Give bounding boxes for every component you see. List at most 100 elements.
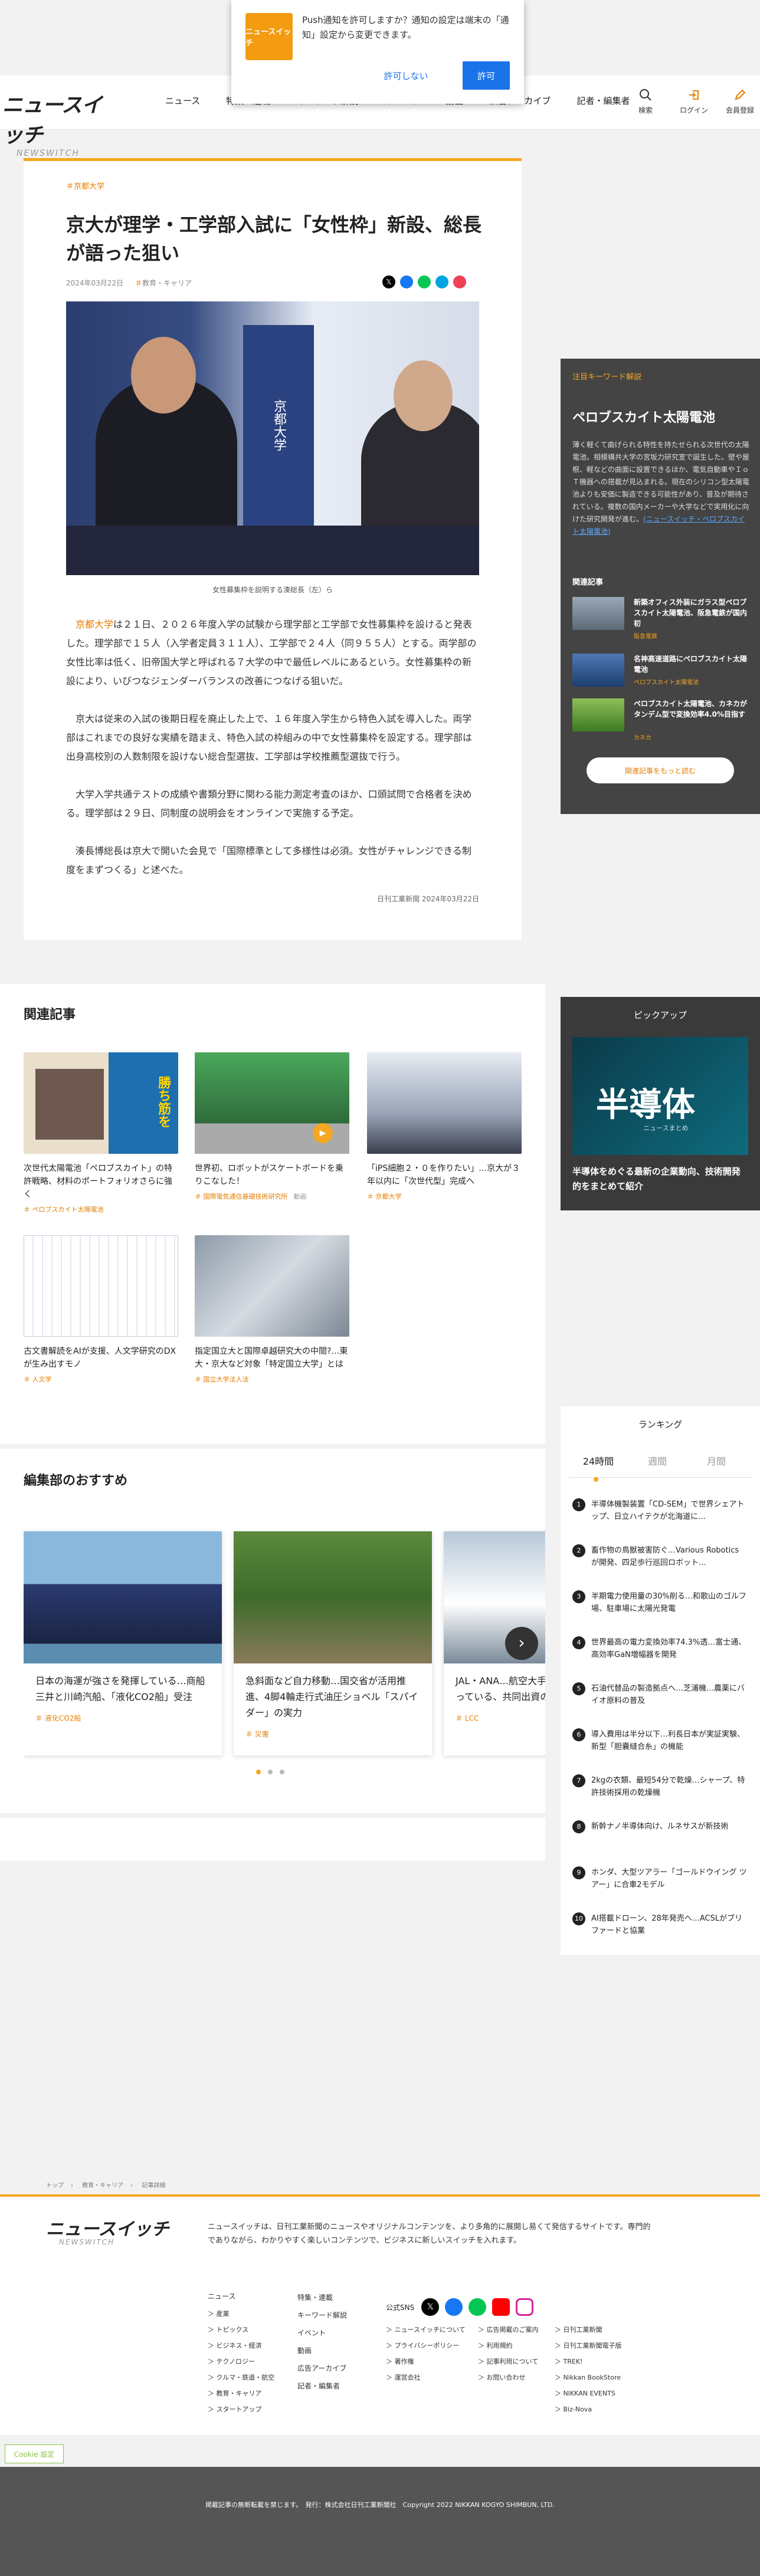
footer-link[interactable]: ＞ 広告掲載のご案内 xyxy=(478,2322,539,2338)
related-item-tag[interactable]: 国際電気通信基礎技術研究所 xyxy=(204,1193,288,1200)
site-logo[interactable]: ニュースイッチ NEWSWITCH xyxy=(2,88,114,158)
x-icon[interactable]: 𝕏 xyxy=(421,2298,440,2316)
ranking-item[interactable]: 9 ホンダ、大型ツアラー「ゴールドウイング ツアー」に合車2モデル xyxy=(561,1856,760,1902)
facebook-icon[interactable] xyxy=(445,2298,463,2316)
footer-link[interactable]: ＞ 記事利用について xyxy=(478,2354,539,2370)
ranking-item[interactable]: 7 2kgの衣類、最短54分で乾燥…シャープ、特許技術採用の乾燥機 xyxy=(561,1764,760,1810)
pickup-card: ピックアップ 半導体 ニュースまとめ 半導体をめぐる最新の企業動向、技術開発的を… xyxy=(561,997,760,1210)
line-icon[interactable] xyxy=(469,2298,487,2316)
footer-link[interactable]: ＞ 利用規約 xyxy=(478,2338,539,2354)
footer-link[interactable]: ＞ テクノロジー xyxy=(208,2354,274,2370)
tab-monthly[interactable]: 月間 xyxy=(687,1453,746,1468)
register-button[interactable]: 会員登録 xyxy=(726,88,754,115)
keyword-title[interactable]: ペロブスカイト太陽電池 xyxy=(572,407,715,426)
nav-writers[interactable]: 記者・編集者 xyxy=(576,94,630,107)
tab-24h[interactable]: 24時間 xyxy=(569,1453,628,1468)
related-item-tag[interactable]: 京都大学 xyxy=(376,1193,402,1200)
footer-link[interactable]: ＞ クルマ・鉄道・航空 xyxy=(208,2370,274,2385)
footer-link[interactable]: キーワード解説 xyxy=(297,2306,347,2324)
tab-weekly[interactable]: 週間 xyxy=(628,1453,687,1468)
carousel-dots xyxy=(256,1770,284,1774)
carousel-dot[interactable] xyxy=(268,1770,273,1774)
kyoto-univ-link[interactable]: 京都大学 xyxy=(76,619,113,630)
footer-logo[interactable]: ニュースイッチ xyxy=(46,2214,169,2240)
footer-link[interactable]: ＞ スタートアップ xyxy=(208,2401,274,2417)
footer-link[interactable]: ＞ Biz-Nova xyxy=(555,2401,622,2417)
breadcrumb-top[interactable]: トップ xyxy=(46,2183,64,2189)
carousel-next-button[interactable]: › xyxy=(505,1627,538,1660)
reco-tag[interactable]: LCC xyxy=(465,1714,479,1722)
footer-link[interactable]: ＞ プライバシーポリシー xyxy=(386,2338,466,2354)
carousel-dot[interactable] xyxy=(280,1770,284,1774)
keyword-item-tag[interactable]: ペロブスカイト太陽電池 xyxy=(634,677,752,686)
keyword-item-tag[interactable]: 阪急電鉄 xyxy=(634,631,752,640)
reco-tag[interactable]: 災害 xyxy=(255,1730,269,1738)
footer-col-heading[interactable]: ニュース xyxy=(208,2289,274,2305)
ranking-item[interactable]: 4 世界最高の電力変換効率74.3%透…富士通、高効率GaN増幅器を開発 xyxy=(561,1626,760,1672)
footer-link[interactable]: ＞ お問い合わせ xyxy=(478,2370,539,2385)
footer-link[interactable]: ＞ TREK! xyxy=(555,2354,622,2370)
related-item-tag[interactable]: ペロブスカイト太陽電池 xyxy=(32,1206,104,1213)
x-share-icon[interactable]: 𝕏 xyxy=(382,275,395,288)
footer-link[interactable]: ＞ 運営会社 xyxy=(386,2370,466,2385)
keyword-item-tag[interactable]: カネカ xyxy=(634,733,752,741)
youtube-icon[interactable] xyxy=(492,2298,510,2316)
footer-link[interactable]: 記者・編集者 xyxy=(297,2377,347,2395)
play-icon[interactable]: ▶ xyxy=(313,1123,333,1143)
push-deny-button[interactable]: 許可しない xyxy=(378,61,434,90)
cookie-settings-button[interactable]: Cookie 設定 xyxy=(5,2444,64,2463)
carousel-dot-active[interactable] xyxy=(256,1770,261,1774)
ranking-item[interactable]: 6 導入費用は半分以下…利長日本が実証実験、新型「胆嚢縫合糸」の機能 xyxy=(561,1718,760,1764)
footer-link[interactable]: ＞ ニュースイッチについて xyxy=(386,2322,466,2338)
related-item[interactable]: 古文書解読をAIが支援、人文学研究のDXが生み出すモノ ＃ 人文学 xyxy=(24,1235,178,1384)
facebook-share-icon[interactable] xyxy=(400,275,413,288)
category-label: 京都大学 xyxy=(74,182,105,191)
footer-link[interactable]: ＞ 教育・キャリア xyxy=(208,2385,274,2401)
reco-tag[interactable]: 液化CO2船 xyxy=(45,1714,81,1722)
related-item[interactable]: 指定国立大と国際卓越研究大の中間?…東大・京大など対象「特定国立大学」とは ＃ … xyxy=(195,1235,349,1384)
instagram-icon[interactable] xyxy=(516,2298,534,2316)
footer-link[interactable]: 動画 xyxy=(297,2342,347,2360)
footer-link[interactable]: ＞ 産業 xyxy=(208,2306,274,2322)
footer-link[interactable]: ＞ Nikkan BookStore xyxy=(555,2370,622,2385)
related-item[interactable]: 「iPS細胞２・０を作りたい」…京大が３年以内に「次世代型」完成へ ＃ 京都大学 xyxy=(367,1052,522,1201)
reco-item[interactable]: 日本の海運が強さを発揮している…商船三井と川崎汽船、「液化CO2船」受注 ＃ 液… xyxy=(24,1531,222,1755)
keyword-more-button[interactable]: 関連記事をもっと読む xyxy=(587,757,734,783)
hatena-share-icon[interactable] xyxy=(435,275,448,288)
related-item-tag[interactable]: 国立大学法人法 xyxy=(204,1376,249,1383)
breadcrumb-section[interactable]: 教育・キャリア xyxy=(82,2183,123,2189)
ranking-item[interactable]: 5 石油代替品の製造拠点へ…芝浦機…農薬にバイオ原料の普及 xyxy=(561,1672,760,1718)
ranking-item[interactable]: 2 畜作物の鳥獣被害防ぐ…Various Robotics が開発、四足歩行巡回ロ… xyxy=(561,1534,760,1580)
footer-link[interactable]: イベント xyxy=(297,2324,347,2342)
push-allow-button[interactable]: 許可 xyxy=(463,61,510,90)
login-button[interactable]: ログイン xyxy=(680,88,708,115)
footer-link[interactable]: ＞ 著作権 xyxy=(386,2354,466,2370)
ranking-item[interactable]: 10 AI搭載ドローン、28年発売へ…ACSLがブリファードと協業 xyxy=(561,1902,760,1948)
pickup-image[interactable]: 半導体 ニュースまとめ xyxy=(572,1037,748,1155)
ranking-item[interactable]: 3 半期電力使用量の30%削る…和歌山のゴルフ場、駐車場に太陽光発電 xyxy=(561,1580,760,1626)
footer-link[interactable]: ＞ トピックス xyxy=(208,2322,274,2338)
ranking-item[interactable]: 1 半導体機製装置「CD-SEM」で世界シェアトップ、日立ハイテクが北海道に… xyxy=(561,1488,760,1534)
footer-link[interactable]: ＞ NIKKAN EVENTS xyxy=(555,2385,622,2401)
related-item[interactable]: ▶ 世界初、ロボットがスケートボードを乗りこなした！ ＃ 国際電気通信基礎技術研… xyxy=(195,1052,349,1201)
article-body: 京都大学は２１日、２０２６年度入学の試験から理学部と工学部で女性募集枠を設けると… xyxy=(66,615,479,898)
line-share-icon[interactable] xyxy=(418,275,431,288)
footer-link[interactable]: 特集・連載 xyxy=(297,2289,347,2306)
nav-news[interactable]: ニュース xyxy=(165,94,200,107)
article-category[interactable]: ＃京都大学 xyxy=(66,180,104,191)
footer-link[interactable]: ＞ ビジネス・経済 xyxy=(208,2338,274,2354)
ranking-item[interactable]: 8 新幹ナノ半導体向け、ルネサスが新技術 xyxy=(561,1810,760,1856)
article-section[interactable]: 教育・キャリア xyxy=(142,279,192,287)
footer-link[interactable]: 広告アーカイブ xyxy=(297,2360,347,2377)
related-item-tag[interactable]: 人文学 xyxy=(32,1376,52,1383)
pocket-share-icon[interactable] xyxy=(453,275,466,288)
video-tag[interactable]: 動画 xyxy=(294,1193,307,1200)
footer-col-info: ＞ 広告掲載のご案内 ＞ 利用規約 ＞ 記事利用について ＞ お問い合わせ xyxy=(478,2322,539,2385)
related-item[interactable]: 勝ち筋を 次世代太陽電池「ペロブスカイト」の特許戦略、材料のポートフォリオさらに… xyxy=(24,1052,178,1214)
pickup-title[interactable]: 半導体をめぐる最新の企業動向、技術開発的をまとめて紹介 xyxy=(572,1164,748,1194)
reco-item[interactable]: 急斜面など自力移動…国交省が活用推進、4脚4輪走行式油圧ショベル「スパイダー」の… xyxy=(234,1531,432,1755)
footer-link[interactable]: ＞ 日刊工業新聞 xyxy=(555,2322,622,2338)
search-button[interactable]: 検索 xyxy=(638,88,653,115)
footer-link[interactable]: ＞ 日刊工業新聞電子版 xyxy=(555,2338,622,2354)
related-item-image: 勝ち筋を xyxy=(24,1052,178,1154)
